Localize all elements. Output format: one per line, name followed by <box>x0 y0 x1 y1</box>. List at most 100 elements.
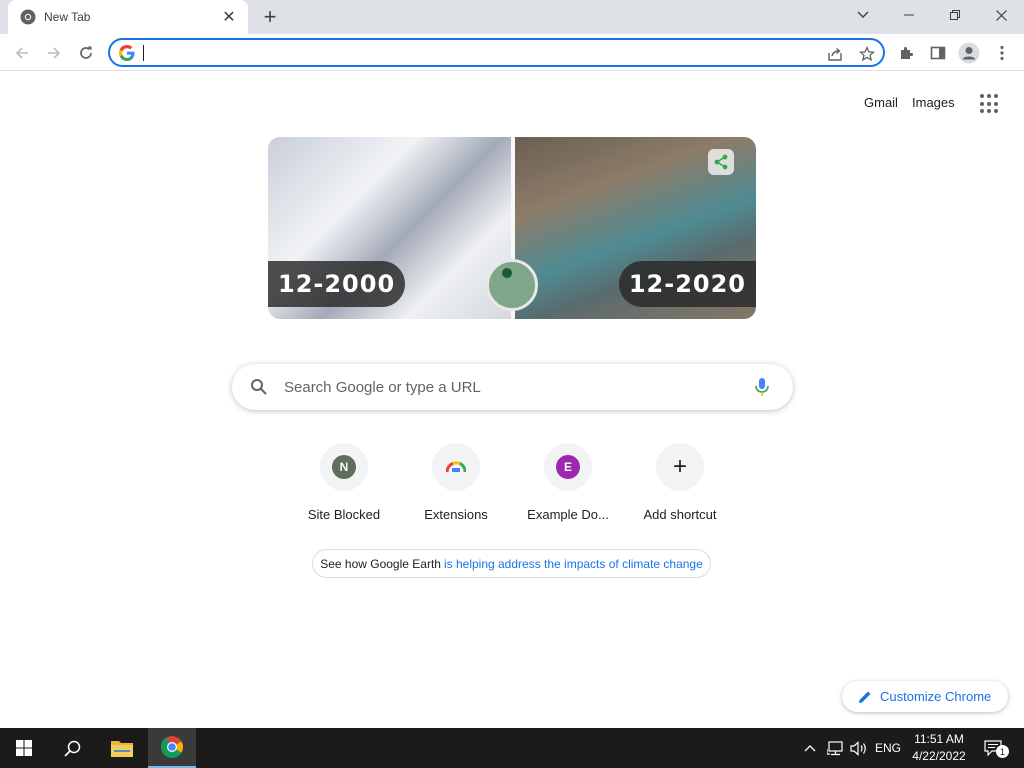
doodle-share-button[interactable] <box>708 149 734 175</box>
taskbar-search-button[interactable] <box>48 728 96 768</box>
apps-dot <box>994 109 998 114</box>
search-icon <box>63 740 80 757</box>
letter-avatar-icon: E <box>556 455 580 479</box>
side-panel-button[interactable] <box>924 39 952 67</box>
chrome-icon <box>161 736 183 758</box>
apps-dot <box>987 94 991 98</box>
doodle-label-after: 12-2020 <box>618 261 756 307</box>
shortcut-icon-bg: E <box>544 443 592 491</box>
profile-button[interactable] <box>955 39 983 67</box>
action-center-button[interactable]: 1 <box>976 728 1010 768</box>
text-caret <box>143 45 144 61</box>
shortcut-label: Example Do... <box>527 507 609 522</box>
close-tab-button[interactable]: ✕ <box>220 8 238 26</box>
chevron-down-icon <box>857 11 869 18</box>
volume-button[interactable] <box>847 728 871 768</box>
toolbar <box>0 34 1024 71</box>
bookmark-button[interactable] <box>856 43 878 65</box>
show-hidden-icons-button[interactable] <box>800 728 820 768</box>
shortcut-icon-bg: + <box>656 443 704 491</box>
speaker-icon <box>850 740 866 756</box>
menu-button[interactable] <box>988 39 1016 67</box>
shortcut-icon-bg: N <box>320 443 368 491</box>
extensions-button[interactable] <box>892 39 920 67</box>
language-indicator: ENG <box>874 741 901 755</box>
reload-icon <box>80 46 92 59</box>
kebab-menu-icon <box>1000 45 1004 61</box>
clock-date: 4/22/2022 <box>912 749 966 763</box>
customize-chrome-button[interactable]: Customize Chrome <box>842 681 1008 712</box>
chrome-taskbar-button[interactable] <box>148 728 196 768</box>
plus-icon: + <box>672 453 687 480</box>
chevron-up-icon <box>804 745 816 752</box>
promo-text: See how Google Earth <box>320 556 441 571</box>
start-button[interactable] <box>0 728 48 768</box>
customize-chrome-label: Customize Chrome <box>880 689 992 704</box>
notification-badge: 1 <box>996 745 1009 758</box>
puzzle-icon <box>901 47 913 59</box>
avatar-icon <box>958 42 980 64</box>
clock-time: 11:51 AM <box>914 732 964 746</box>
apps-dot <box>980 109 984 114</box>
shortcut-tile[interactable]: N Site Blocked <box>288 443 400 533</box>
reload-button[interactable] <box>72 39 100 67</box>
letter-avatar-icon: N <box>332 455 356 479</box>
share-button[interactable] <box>824 43 846 65</box>
arrow-left-icon <box>15 47 28 59</box>
input-language-button[interactable]: ENG <box>872 728 904 768</box>
shortcut-label: Extensions <box>424 507 488 522</box>
share-icon <box>828 47 842 61</box>
folder-icon <box>111 741 133 757</box>
shortcut-label: Add shortcut <box>643 507 717 522</box>
chrome-icon <box>20 9 36 25</box>
network-icon <box>826 740 843 755</box>
side-panel-icon <box>930 46 946 60</box>
promo-banner[interactable]: See how Google Earth is helping address … <box>312 549 711 578</box>
back-button[interactable] <box>8 39 36 67</box>
taskbar: ENG 11:51 AM 4/22/2022 1 <box>0 728 1024 768</box>
images-link[interactable]: Images <box>912 95 955 110</box>
add-shortcut-tile[interactable]: + Add shortcut <box>624 443 736 533</box>
doodle-label-before: 12-2000 <box>268 261 406 307</box>
search-icon <box>251 379 267 395</box>
apps-dot <box>980 94 984 98</box>
promo-link[interactable]: is helping address the impacts of climat… <box>444 557 703 571</box>
gmail-link[interactable]: Gmail <box>864 95 898 110</box>
tab-strip: New Tab ✕ + <box>0 0 1024 34</box>
arrow-right-icon <box>48 47 61 59</box>
apps-dot <box>994 101 998 106</box>
network-button[interactable] <box>823 728 847 768</box>
chrome-rainbow-icon <box>446 461 466 473</box>
windows-logo-icon <box>16 740 32 756</box>
minimize-icon <box>904 14 914 16</box>
shortcut-tile[interactable]: Extensions <box>400 443 512 533</box>
microphone-icon[interactable] <box>754 377 770 397</box>
minimize-button[interactable] <box>886 0 932 30</box>
apps-dot <box>994 94 998 98</box>
search-box[interactable]: Search Google or type a URL <box>232 364 793 410</box>
google-apps-icon[interactable] <box>980 94 1000 114</box>
google-g-icon <box>119 45 135 61</box>
pencil-icon <box>859 691 871 703</box>
star-icon <box>859 46 875 62</box>
new-tab-button[interactable]: + <box>258 4 282 29</box>
apps-dot <box>987 101 991 106</box>
address-bar[interactable] <box>108 38 885 67</box>
shortcut-icon-bg <box>432 443 480 491</box>
share-icon <box>714 154 728 170</box>
close-icon <box>995 9 1007 21</box>
tab-title: New Tab <box>44 10 91 24</box>
forward-button[interactable] <box>40 39 68 67</box>
google-doodle[interactable]: 12-2000 12-2020 <box>268 137 756 319</box>
restore-button[interactable] <box>932 0 978 30</box>
apps-dot <box>987 109 991 114</box>
file-explorer-button[interactable] <box>98 728 146 768</box>
tab-new-tab[interactable]: New Tab ✕ <box>8 0 248 34</box>
tab-search-button[interactable] <box>840 0 886 30</box>
close-window-button[interactable] <box>978 0 1024 30</box>
shortcut-label: Site Blocked <box>307 507 381 522</box>
search-placeholder: Search Google or type a URL <box>284 379 481 396</box>
clock[interactable]: 11:51 AM 4/22/2022 <box>905 731 973 765</box>
shortcut-tile[interactable]: E Example Do... <box>512 443 624 533</box>
address-input[interactable] <box>142 43 802 62</box>
